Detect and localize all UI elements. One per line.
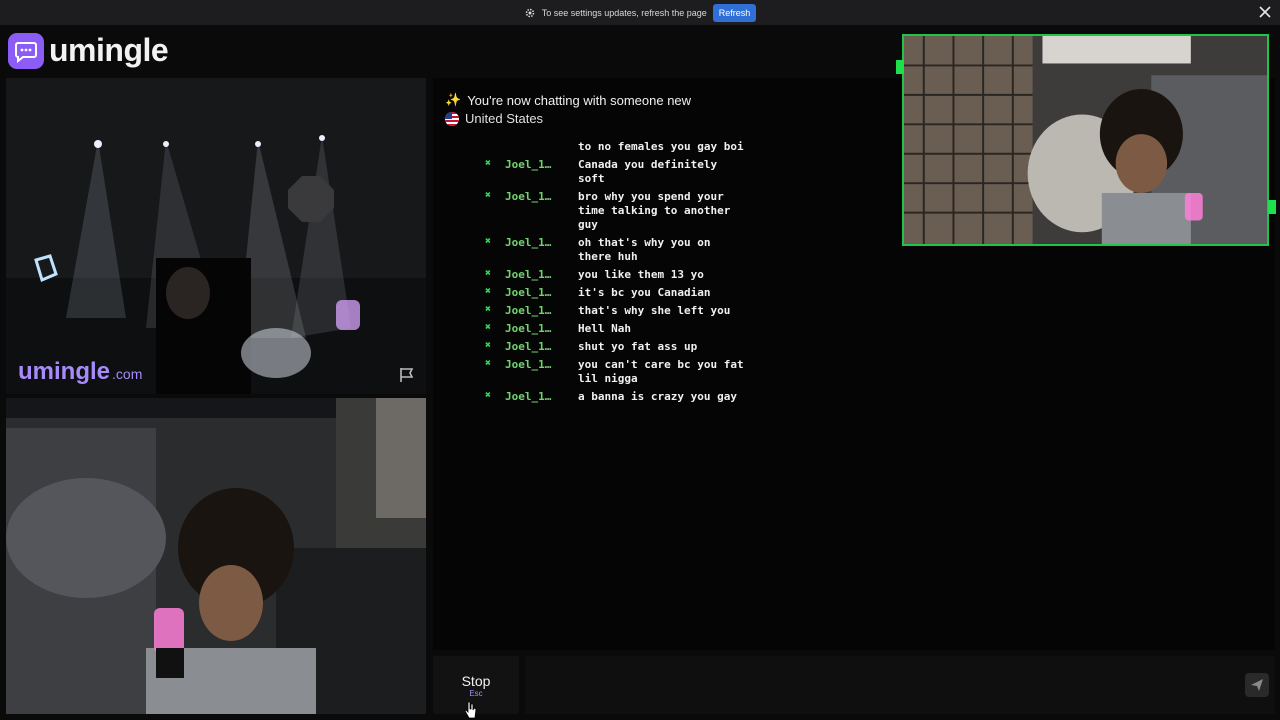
message-username: Joel_1… <box>505 268 552 281</box>
message-username: Joel_1… <box>505 322 552 335</box>
message-username: Joel_1… <box>505 358 552 371</box>
notification-bar: To see settings updates, refresh the pag… <box>0 0 1280 25</box>
chat-message: ✖ Joel_1… Hell Nah <box>485 322 785 336</box>
block-user-icon[interactable]: ✖ <box>485 340 505 354</box>
site-watermark: umingle .com <box>18 358 143 385</box>
block-user-icon[interactable]: ✖ <box>485 358 505 386</box>
country-name: United States <box>465 111 544 126</box>
message-username: Joel_1… <box>505 190 552 203</box>
block-user-icon[interactable]: ✖ <box>485 158 505 186</box>
mouse-cursor-icon <box>464 701 477 719</box>
message-username: Joel_1… <box>505 158 552 171</box>
chat-message: ✖ Joel_1… Canada you definitely soft <box>485 158 785 186</box>
app-logo[interactable]: umingle <box>8 32 169 69</box>
pip-video-frame <box>904 36 1267 244</box>
app-name: umingle <box>49 32 169 68</box>
message-text: Canada you definitely soft <box>578 158 718 185</box>
notification-message: To see settings updates, refresh the pag… <box>541 7 707 18</box>
message-bar <box>525 656 1275 714</box>
report-flag-icon[interactable] <box>398 366 416 384</box>
stranger-video: umingle .com <box>6 78 426 394</box>
block-user-icon[interactable]: ✖ <box>485 236 505 264</box>
sparkles-icon: ✨ <box>445 92 462 107</box>
message-username: Joel_1… <box>505 286 552 299</box>
message-input[interactable] <box>525 656 1225 714</box>
message-text: you can't care bc you fat lil nigga <box>578 358 744 385</box>
block-user-icon[interactable]: ✖ <box>485 322 505 336</box>
chat-status-text: You're now chatting with someone new <box>467 92 692 108</box>
chat-message: ✖ Joel_1… shut yo fat ass up <box>485 340 785 354</box>
block-user-icon[interactable]: ✖ <box>485 190 505 232</box>
message-list: to no females you gay boi ✖ Joel_1… Canada… <box>485 140 785 408</box>
stop-label: Stop <box>461 673 491 689</box>
stranger-country: United States <box>445 111 543 126</box>
close-icon[interactable] <box>1258 5 1272 19</box>
message-text: you like them 13 yo <box>578 268 704 281</box>
pip-resize-handle-right[interactable] <box>1268 200 1276 214</box>
message-username: Joel_1… <box>505 390 552 403</box>
chat-message: ✖ Joel_1… you like them 13 yo <box>485 268 785 282</box>
stranger-video-frame <box>6 78 426 394</box>
message-text: it's bc you Canadian <box>578 286 711 299</box>
chat-message: ✖ Joel_1… bro why you spend your time talk… <box>485 190 785 232</box>
pip-video[interactable] <box>902 34 1269 246</box>
message-text: oh that's why you on there huh <box>578 236 711 263</box>
chat-message: ✖ Joel_1… you can't care bc you fat lil ni… <box>485 358 785 386</box>
message-text: shut yo fat ass up <box>578 340 698 353</box>
chat-message: ✖ Joel_1… a banna is crazy you gay <box>485 390 785 404</box>
message-username: Joel_1… <box>505 304 552 317</box>
block-user-icon[interactable]: ✖ <box>485 286 505 300</box>
chat-bubble-icon <box>8 32 44 69</box>
message-text: Hell Nah <box>578 322 631 335</box>
chat-message: ✖ Joel_1… it's bc you Canadian <box>485 286 785 300</box>
block-user-icon[interactable]: ✖ <box>485 304 505 318</box>
chat-status: ✨ You're now chatting with someone new <box>445 92 691 108</box>
message-username: Joel_1… <box>505 236 552 249</box>
self-video <box>6 398 426 714</box>
message-text: that's why she left you <box>578 304 731 317</box>
chat-message: ✖ Joel_1… oh that's why you on there huh <box>485 236 785 264</box>
self-video-frame <box>6 398 426 714</box>
pip-resize-handle-left[interactable] <box>896 60 904 74</box>
chat-message: ✖ Joel_1… that's why she left you <box>485 304 785 318</box>
block-user-icon[interactable]: ✖ <box>485 268 505 282</box>
message-text: bro why you spend your time talking to a… <box>578 190 731 231</box>
stop-shortcut: Esc <box>469 689 483 698</box>
send-button[interactable] <box>1245 673 1269 697</box>
gear-icon <box>525 8 534 17</box>
message-text: a banna is crazy you gay <box>578 390 737 403</box>
block-user-icon[interactable]: ✖ <box>485 390 505 404</box>
send-icon <box>1251 679 1263 691</box>
partial-message: to no females you gay boi <box>578 140 744 153</box>
refresh-button[interactable]: Refresh <box>712 3 757 22</box>
message-username: Joel_1… <box>505 340 552 353</box>
us-flag-icon <box>445 111 459 126</box>
